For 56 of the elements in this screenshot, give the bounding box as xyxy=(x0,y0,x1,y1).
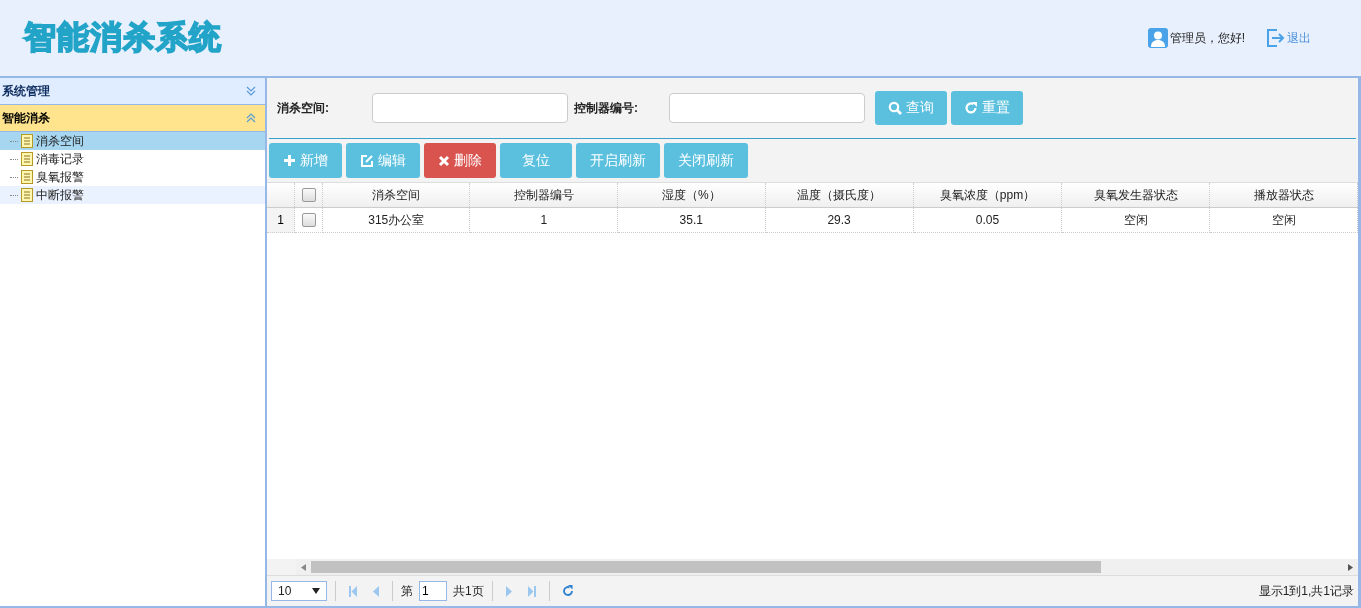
table-cell: 0.05 xyxy=(913,207,1062,233)
previous-page-icon[interactable] xyxy=(372,585,380,597)
page-total: 共1页 xyxy=(453,582,484,600)
column-header[interactable]: 温度（摄氏度） xyxy=(765,183,914,208)
table-cell: 315办公室 xyxy=(322,207,470,233)
expand-icon xyxy=(245,85,257,97)
file-icon xyxy=(21,188,33,202)
scroll-left-icon[interactable] xyxy=(301,563,306,571)
table-cell: 1 xyxy=(469,207,618,233)
refresh-icon xyxy=(964,101,978,115)
row-checkbox[interactable] xyxy=(301,213,316,228)
user-greeting: 管理员，您好! xyxy=(1169,29,1245,47)
column-header[interactable]: 湿度（%） xyxy=(617,183,765,208)
table-cell: 空闲 xyxy=(1209,207,1358,233)
search-icon xyxy=(888,101,902,115)
table-cell: 空闲 xyxy=(1061,207,1210,233)
tree-item[interactable]: 臭氧报警 xyxy=(0,168,265,186)
field-label: 消杀空间: xyxy=(277,99,330,117)
logout-icon xyxy=(1265,28,1285,48)
column-header[interactable]: 控制器编号 xyxy=(469,183,618,208)
scroll-right-icon[interactable] xyxy=(1348,563,1353,571)
table-cell: 35.1 xyxy=(617,207,765,233)
next-page-icon[interactable] xyxy=(504,585,513,597)
user-icon xyxy=(1147,28,1168,48)
close-icon xyxy=(438,154,450,167)
edit-icon xyxy=(360,153,374,168)
accordion-header[interactable]: 智能消杀 xyxy=(0,105,265,132)
column-header[interactable]: 播放器状态 xyxy=(1209,183,1358,208)
refresh-icon[interactable] xyxy=(561,585,574,597)
last-page-icon[interactable] xyxy=(526,585,537,597)
system-logo: 智能消杀系统 xyxy=(24,17,222,58)
row-number: 1 xyxy=(267,207,295,233)
select-all-checkbox[interactable] xyxy=(301,188,316,203)
collapse-icon xyxy=(245,112,257,124)
column-header[interactable]: 臭氧浓度（ppm） xyxy=(913,183,1062,208)
field-label: 控制器编号: xyxy=(574,99,639,117)
record-count: 显示1到1,共1记录 xyxy=(1258,582,1354,600)
page-number-field[interactable]: 1 xyxy=(419,581,447,601)
dropdown-caret-icon xyxy=(312,588,320,594)
file-icon xyxy=(21,134,33,148)
tree-item[interactable]: 消杀空间 xyxy=(0,132,265,150)
column-header[interactable]: 消杀空间 xyxy=(322,183,470,208)
table-cell: 29.3 xyxy=(765,207,914,233)
tree-item[interactable]: 消毒记录 xyxy=(0,150,265,168)
tree-item[interactable]: 中断报警 xyxy=(0,186,265,204)
page-size-select[interactable]: 10 xyxy=(271,581,327,601)
search-field[interactable] xyxy=(372,93,568,123)
column-header[interactable]: 臭氧发生器状态 xyxy=(1061,183,1210,208)
first-page-icon[interactable] xyxy=(348,585,358,597)
file-icon xyxy=(21,170,33,184)
page-label: 第 xyxy=(401,582,413,600)
search-field[interactable] xyxy=(669,93,865,123)
accordion-header[interactable]: 系统管理 xyxy=(0,78,265,105)
delete-button[interactable]: 删除 xyxy=(424,143,496,178)
file-icon xyxy=(21,152,33,166)
plus-icon xyxy=(283,154,296,167)
